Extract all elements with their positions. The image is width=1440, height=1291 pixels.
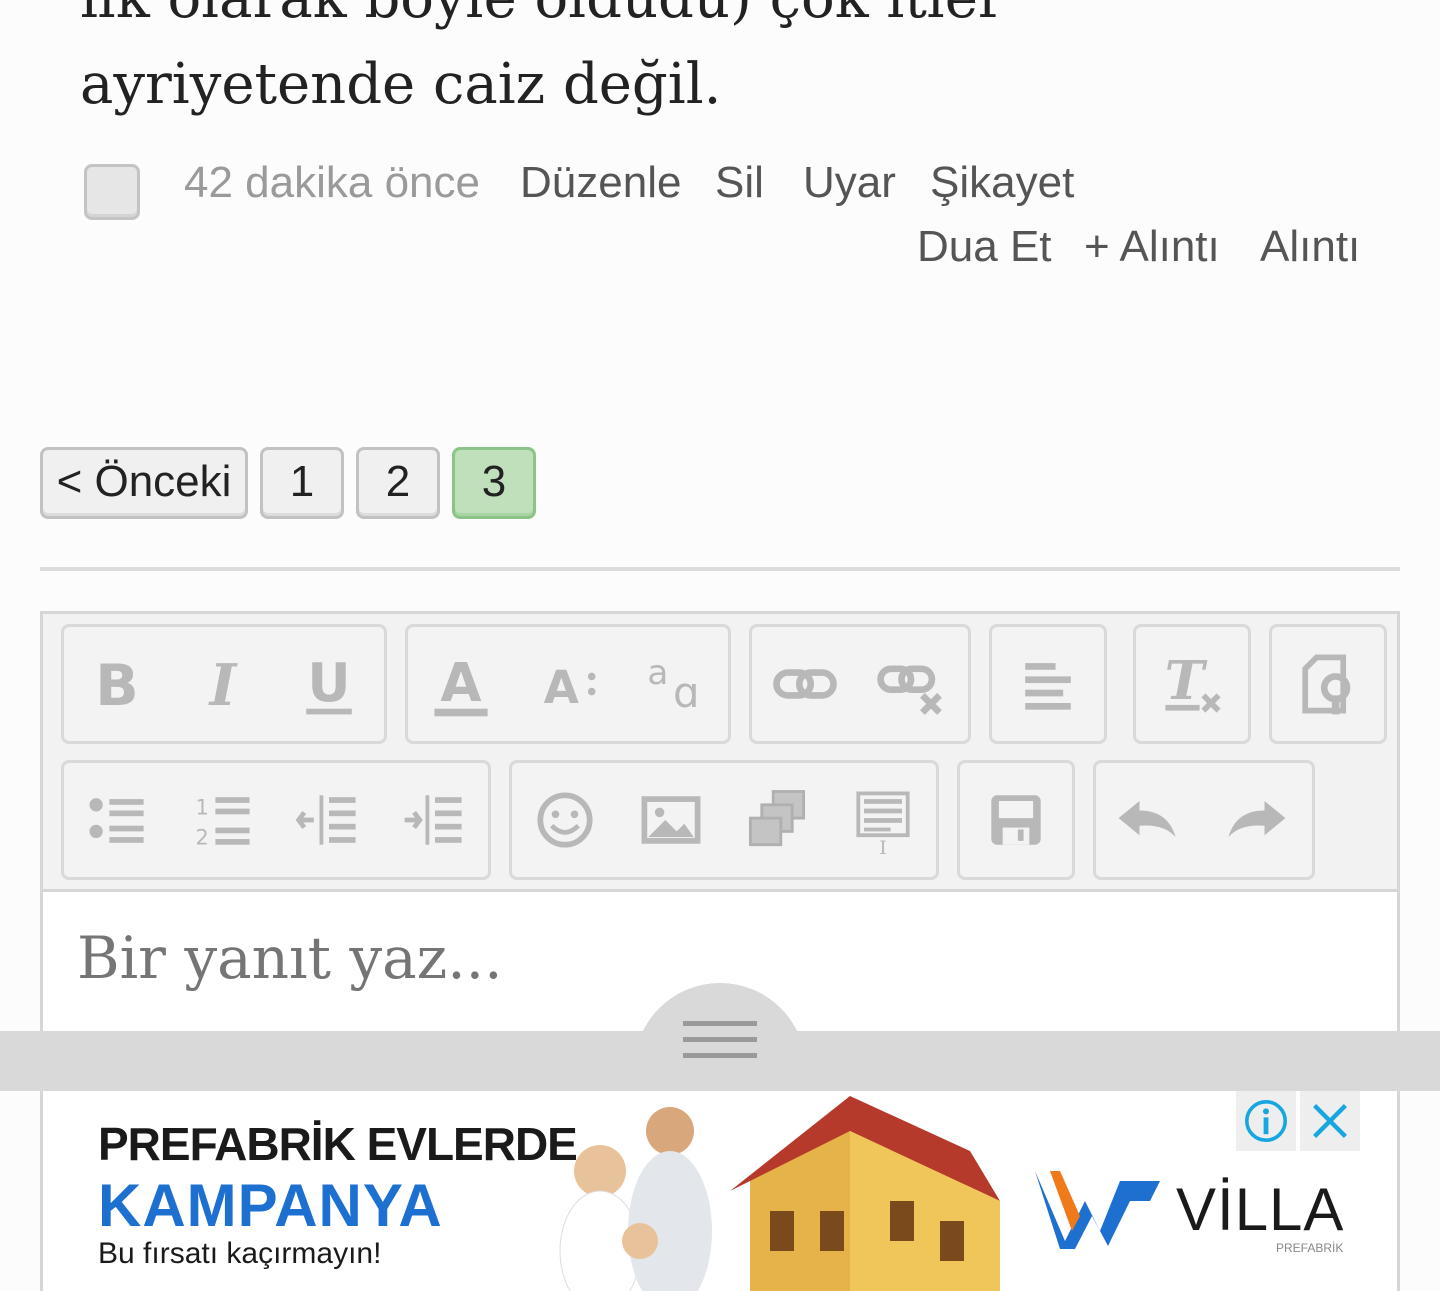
svg-text:ɑ: ɑ [673, 668, 700, 717]
italic-button[interactable]: I [170, 627, 276, 741]
delete-link[interactable]: Sil [715, 158, 764, 208]
ad-brand-logo [1035, 1171, 1160, 1249]
report-link[interactable]: Şikayet [930, 158, 1074, 208]
svg-text:U: U [307, 652, 350, 714]
indent-button[interactable] [382, 763, 488, 877]
info-icon [1245, 1100, 1287, 1142]
font-size-button[interactable]: A [514, 627, 620, 741]
emoji-button[interactable] [512, 763, 618, 877]
save-group [957, 760, 1075, 880]
reply-input[interactable] [77, 924, 1357, 992]
bulleted-list-button[interactable] [64, 763, 170, 877]
add-quote-link[interactable]: + Alıntı [1084, 222, 1220, 272]
ad-close-button[interactable] [1300, 1091, 1360, 1151]
pray-link[interactable]: Dua Et [917, 222, 1052, 272]
redo-icon [1228, 801, 1286, 838]
history-group [1093, 760, 1315, 880]
image-button[interactable] [618, 763, 724, 877]
save-button[interactable] [960, 763, 1072, 877]
page-2-button[interactable]: 2 [356, 447, 440, 519]
list-group: 12 [61, 760, 491, 880]
page-1-button[interactable]: 1 [260, 447, 344, 519]
text-style-group: A A aɑ [405, 624, 731, 744]
post-text-line: ilk olarak böyle oldudu) çok itler [80, 0, 1380, 42]
undo-button[interactable] [1096, 763, 1202, 877]
quote-link[interactable]: Alıntı [1260, 222, 1360, 272]
svg-text:I: I [879, 837, 887, 858]
remove-format-button[interactable]: T [1136, 627, 1248, 741]
font-size-icon: A [544, 661, 596, 714]
post-body: ilk olarak böyle oldudu) çok itler ayriy… [80, 0, 1380, 128]
redo-button[interactable] [1202, 763, 1308, 877]
image-icon [641, 796, 701, 844]
svg-text:A: A [440, 652, 481, 714]
outdent-icon [295, 795, 356, 845]
source-button[interactable] [1272, 627, 1384, 741]
text-case-icon: aɑ [647, 653, 700, 717]
ad-brand-name: VİLLA [1176, 1176, 1345, 1243]
align-group [989, 624, 1107, 744]
align-left-button[interactable] [992, 627, 1104, 741]
italic-icon: I [208, 652, 239, 719]
warn-link[interactable]: Uyar [803, 158, 896, 208]
post-text-line: ayriyetende caiz değil. [80, 52, 722, 117]
emoji-icon [537, 792, 593, 848]
align-left-icon [1025, 663, 1071, 710]
gallery-button[interactable] [724, 763, 830, 877]
svg-text:B: B [95, 653, 138, 719]
unlink-button[interactable] [858, 627, 964, 741]
remove-format-icon: T [1165, 649, 1221, 713]
ad-house-image [559, 1096, 1000, 1291]
editor-toolbar: B I U A A aɑ T 1 2 I [43, 614, 1397, 892]
underline-button[interactable]: U [276, 627, 382, 741]
svg-text:A: A [544, 661, 580, 714]
post-timestamp: 42 dakika önce [184, 158, 480, 207]
ad-banner[interactable]: PREFABRİK EVLERDE KAMPANYA Bu fırsatı ka… [80, 1091, 1360, 1291]
bold-button[interactable]: B [64, 627, 170, 741]
menu-icon [683, 1021, 757, 1058]
template-icon: I [856, 791, 910, 858]
save-icon [991, 795, 1041, 845]
ad-tagline: Bu fırsatı kaçırmayın! [98, 1237, 382, 1270]
text-case-button[interactable]: aɑ [620, 627, 726, 741]
svg-text:I: I [208, 652, 239, 719]
page-3-button-current[interactable]: 3 [452, 447, 536, 519]
unlink-icon [877, 665, 942, 715]
outdent-button[interactable] [276, 763, 382, 877]
gallery-icon [748, 790, 806, 847]
numbered-list-button[interactable]: 12 [170, 763, 276, 877]
clear-format-group: T [1133, 624, 1251, 744]
link-button[interactable] [752, 627, 858, 741]
link-icon [773, 669, 837, 699]
ad-brand-sub: PREFABRİK [1276, 1241, 1344, 1255]
underline-icon: U [306, 652, 352, 715]
bold-icon: B [95, 653, 138, 719]
svg-text:a: a [647, 653, 668, 693]
svg-text:1: 1 [195, 795, 208, 819]
close-icon [1313, 1104, 1347, 1138]
insert-group: I [509, 760, 939, 880]
undo-icon [1118, 801, 1176, 838]
text-color-button[interactable]: A [408, 627, 514, 741]
ad-campaign: KAMPANYA [98, 1172, 443, 1239]
section-divider [40, 567, 1400, 571]
source-group [1269, 624, 1387, 744]
prev-page-button[interactable]: < Önceki [40, 447, 248, 519]
source-icon [1302, 654, 1351, 715]
link-group [749, 624, 971, 744]
ad-info-button[interactable] [1236, 1091, 1296, 1151]
template-button[interactable]: I [830, 763, 936, 877]
format-group: B I U [61, 624, 387, 744]
svg-text:2: 2 [195, 826, 208, 850]
bulleted-list-icon [89, 798, 144, 843]
ad-headline: PREFABRİK EVLERDE [98, 1118, 578, 1170]
edit-link[interactable]: Düzenle [520, 158, 681, 208]
post-select-checkbox[interactable] [84, 164, 140, 220]
indent-icon [404, 795, 462, 845]
text-color-icon: A [434, 652, 488, 717]
numbered-list-icon: 12 [195, 795, 250, 850]
svg-text:T: T [1165, 649, 1208, 712]
